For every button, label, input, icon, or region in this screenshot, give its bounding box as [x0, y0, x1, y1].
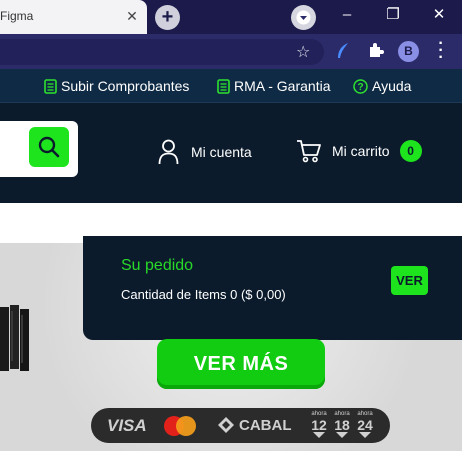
ahora-24-badge: ahora 24 — [355, 411, 375, 438]
visa-logo: VISA — [107, 416, 147, 435]
svg-text:?: ? — [357, 82, 363, 93]
view-order-button[interactable]: VER — [391, 266, 428, 295]
restore-button[interactable]: ❐ — [370, 0, 416, 30]
ahora-18-badge: ahora 18 — [332, 411, 352, 438]
address-bar[interactable]: ☆ — [0, 39, 324, 65]
ahora-12-badge: ahora 12 — [309, 411, 329, 438]
tab-search-button[interactable] — [291, 5, 316, 30]
account-label: Mi cuenta — [191, 144, 252, 160]
mastercard-icon — [164, 416, 196, 436]
toplink-ayuda[interactable]: ? Ayuda — [353, 78, 411, 94]
top-links-bar: Subir Comprobantes RMA - Garantia ? Ayud… — [0, 69, 462, 103]
browser-toolbar: ☆ B · · · — [0, 34, 462, 69]
cart-label: Mi carrito — [332, 143, 390, 159]
bookmark-star-icon[interactable]: ☆ — [296, 42, 310, 62]
cart-icon — [297, 140, 321, 163]
cabal-label: CABAL — [239, 416, 292, 434]
user-icon — [158, 139, 179, 165]
cart-link[interactable]: Mi carrito 0 — [296, 139, 422, 163]
search-input[interactable] — [0, 121, 78, 177]
chevron-down-icon — [296, 10, 311, 25]
browser-tab[interactable]: Figma ✕ — [0, 0, 147, 34]
tab-title: Figma — [0, 9, 34, 23]
search-icon — [38, 136, 60, 158]
order-title: Su pedido — [121, 257, 194, 274]
ram-product-image — [0, 305, 29, 371]
browser-tab-strip: Figma ✕ + – ❐ ✕ — [0, 0, 462, 34]
tab-close-icon[interactable]: ✕ — [123, 7, 141, 25]
ahora-plan: 24 — [357, 417, 373, 433]
order-summary-panel: Su pedido Cantidad de Items 0 ($ 0,00) V… — [83, 236, 462, 340]
extensions-puzzle-icon[interactable] — [367, 42, 384, 59]
new-tab-button[interactable]: + — [155, 5, 180, 30]
search-button[interactable] — [29, 127, 69, 167]
toplink-subir-comprobantes[interactable]: Subir Comprobantes — [44, 78, 189, 94]
minimize-button[interactable]: – — [324, 0, 370, 30]
help-icon: ? — [353, 78, 368, 94]
account-link[interactable]: Mi cuenta — [158, 139, 252, 165]
feather-extension-icon[interactable] — [336, 42, 350, 60]
ahora-plan: 18 — [334, 417, 350, 433]
close-window-button[interactable]: ✕ — [416, 0, 462, 30]
site-header: Mi cuenta Mi carrito 0 — [0, 103, 462, 203]
profile-avatar[interactable]: B — [398, 41, 419, 62]
ahora-plan: 12 — [311, 417, 327, 433]
payment-methods-bar: VISA CABAL ahora 12 ahora 18 ahora 24 — [91, 408, 390, 443]
cabal-logo: CABAL — [217, 416, 292, 434]
order-items-count: Cantidad de Items 0 ($ 0,00) — [121, 287, 286, 302]
toplink-rma-garantia[interactable]: RMA - Garantia — [217, 78, 330, 94]
document-icon — [217, 78, 230, 94]
cabal-diamond-icon — [218, 417, 234, 433]
toplink-label: RMA - Garantia — [234, 78, 331, 94]
cart-count-badge: 0 — [399, 140, 422, 162]
browser-menu-icon[interactable]: · · · — [436, 36, 446, 66]
toplink-label: Subir Comprobantes — [61, 78, 190, 94]
ver-mas-button[interactable]: VER MÁS — [157, 339, 325, 389]
toplink-label: Ayuda — [372, 78, 412, 94]
document-icon — [44, 78, 57, 94]
